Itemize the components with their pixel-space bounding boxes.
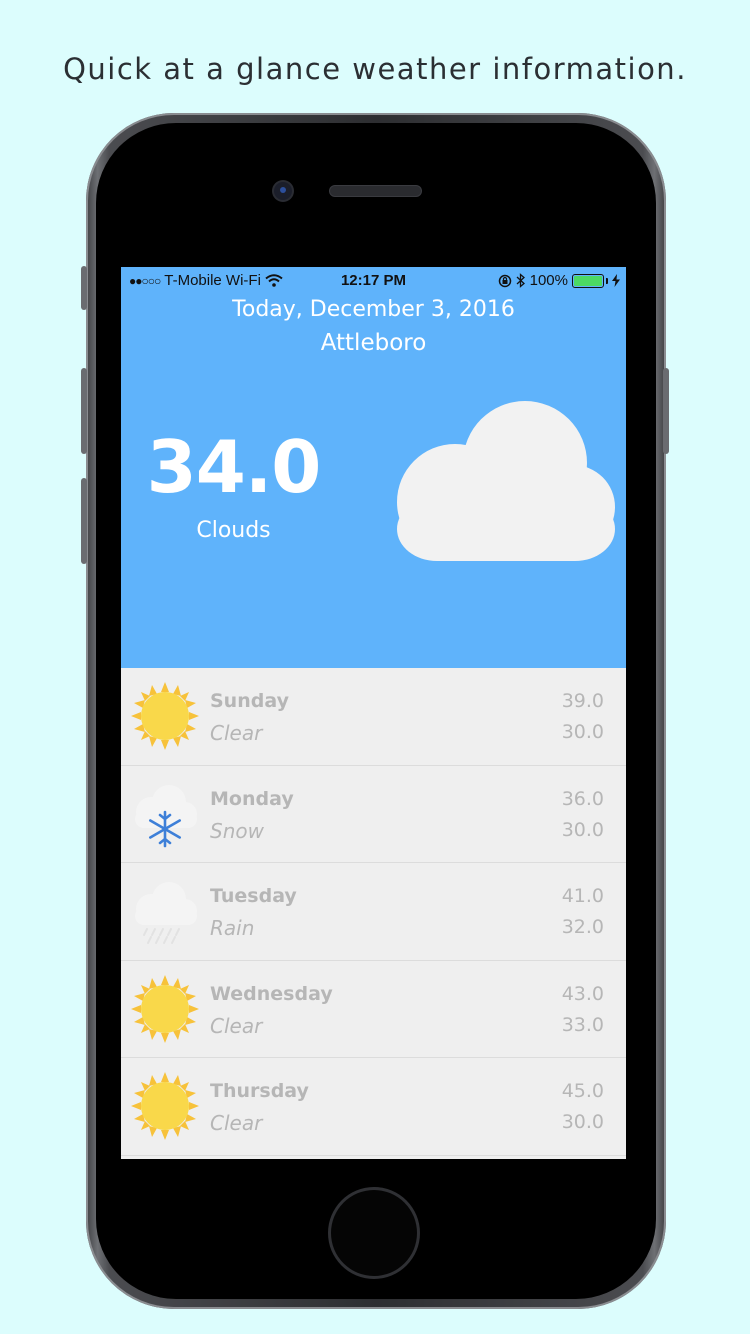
forecast-high: 41.0 <box>561 885 604 907</box>
forecast-high: 39.0 <box>561 690 604 712</box>
forecast-day: Wednesday <box>210 982 333 1005</box>
volume-up-button <box>81 368 87 454</box>
forecast-day: Thursday <box>210 1080 309 1102</box>
forecast-description: Clear <box>210 1013 263 1038</box>
forecast-list: Sunday Clear 39.0 30.0 Monday Snow 36.0 … <box>121 668 626 1156</box>
status-bar: ●●○○○ T-Mobile Wi-Fi 12:17 PM 100% <box>121 267 626 295</box>
forecast-day: Sunday <box>210 690 289 712</box>
forecast-low: 30.0 <box>561 721 604 743</box>
front-camera <box>274 182 292 200</box>
current-weather-header: ●●○○○ T-Mobile Wi-Fi 12:17 PM 100% Today… <box>121 267 626 668</box>
rain-icon <box>135 882 197 944</box>
forecast-description: Clear <box>210 1111 263 1135</box>
current-condition: Clouds <box>196 518 271 543</box>
forecast-row[interactable]: Sunday Clear 39.0 30.0 <box>121 668 626 766</box>
mute-switch <box>81 266 87 310</box>
forecast-high: 43.0 <box>561 982 604 1005</box>
forecast-low: 30.0 <box>561 1111 604 1133</box>
city-name: Attleboro <box>320 330 427 356</box>
forecast-low: 33.0 <box>561 1013 604 1036</box>
charging-bolt-icon <box>612 274 620 287</box>
forecast-description: Rain <box>210 916 255 940</box>
forecast-description: Snow <box>210 818 264 843</box>
battery-icon <box>572 273 608 288</box>
caption: Quick at a glance weather information. <box>63 52 687 86</box>
sun-icon <box>131 682 199 750</box>
snow-icon <box>135 784 197 847</box>
forecast-description: Clear <box>210 721 263 745</box>
forecast-day: Tuesday <box>210 885 297 907</box>
bluetooth-icon <box>516 273 525 288</box>
sun-icon <box>131 974 199 1043</box>
sun-icon <box>131 1072 199 1140</box>
volume-down-button <box>81 478 87 564</box>
forecast-low: 32.0 <box>561 916 604 938</box>
battery-percent: 100% <box>529 272 568 289</box>
forecast-row[interactable]: Thursday Clear 45.0 30.0 <box>121 1058 626 1156</box>
forecast-low: 30.0 <box>561 818 604 841</box>
home-button[interactable] <box>331 1190 417 1276</box>
cloud-icon <box>397 401 615 561</box>
orientation-lock-icon <box>498 274 511 287</box>
current-temperature: 34.0 <box>146 425 322 509</box>
forecast-high: 36.0 <box>561 787 604 810</box>
forecast-day: Monday <box>210 787 294 810</box>
forecast-row[interactable]: Monday Snow 36.0 30.0 <box>121 765 626 863</box>
power-button <box>663 368 669 454</box>
forecast-row[interactable]: Tuesday Rain 41.0 32.0 <box>121 863 626 961</box>
app-screen: ●●○○○ T-Mobile Wi-Fi 12:17 PM 100% Today… <box>121 267 626 1159</box>
forecast-high: 45.0 <box>561 1080 604 1102</box>
earpiece-speaker <box>330 186 421 196</box>
current-date: Today, December 3, 2016 <box>232 297 515 322</box>
forecast-row[interactable]: Wednesday Clear 43.0 33.0 <box>121 960 626 1058</box>
